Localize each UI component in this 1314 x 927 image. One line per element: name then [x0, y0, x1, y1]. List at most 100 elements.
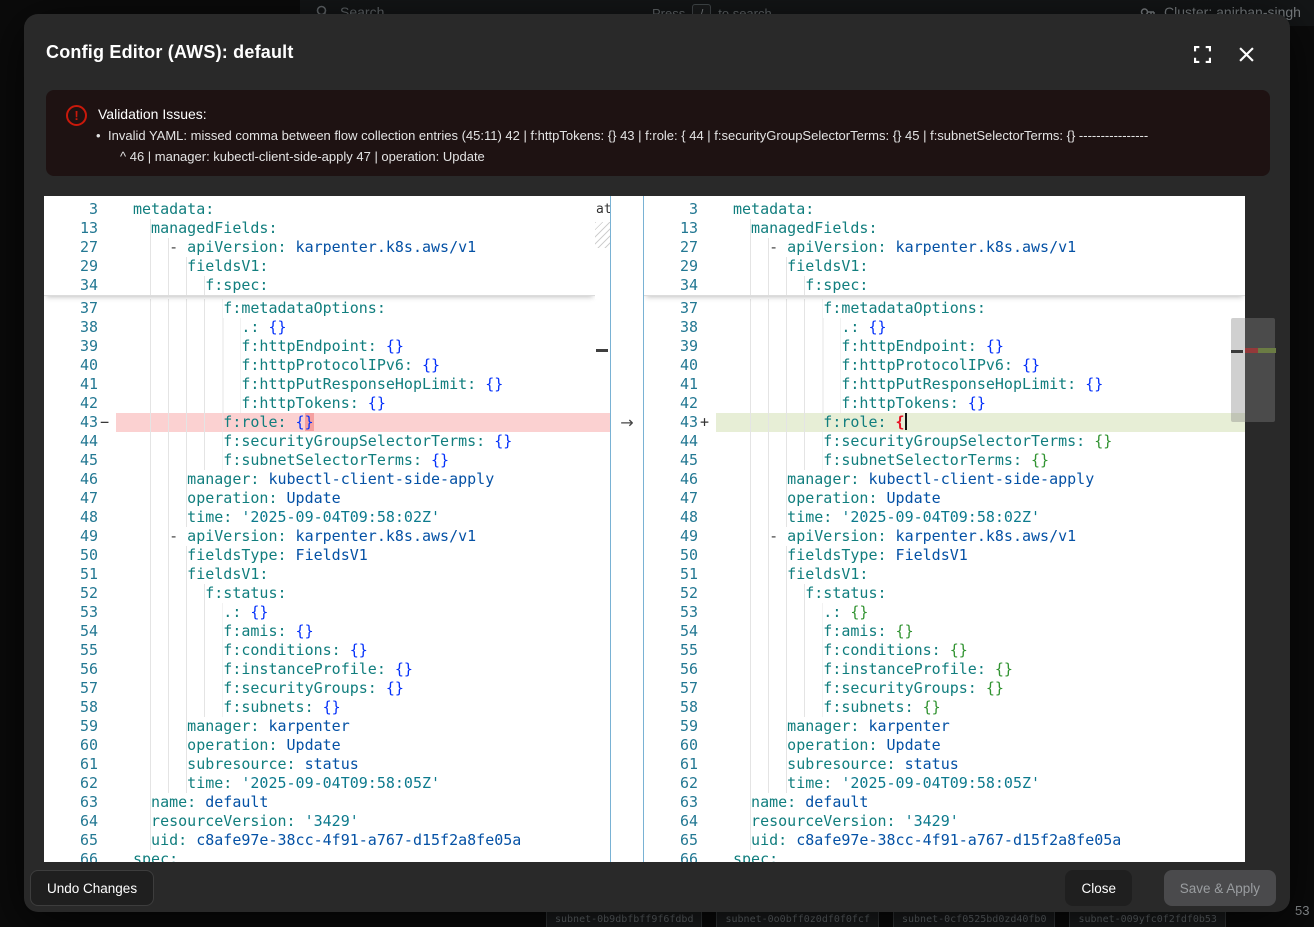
- code-line-left-47[interactable]: 47operation: Update: [44, 489, 610, 508]
- code-line-left-46[interactable]: 46manager: kubectl-client-side-apply: [44, 470, 610, 489]
- original-editor-pane[interactable]: 37f:metadataOptions:38.: {}39f:httpEndpo…: [44, 196, 610, 862]
- alert-message-line1: Invalid YAML: missed comma between flow …: [108, 128, 1258, 143]
- modal-title: Config Editor (AWS): default: [46, 42, 294, 63]
- code-line-right-3[interactable]: 3metadata:: [644, 200, 1245, 219]
- code-line-left-29[interactable]: 29fieldsV1:: [44, 257, 595, 276]
- save-apply-button[interactable]: Save & Apply: [1164, 870, 1276, 906]
- config-editor-modal: Config Editor (AWS): default ! Validatio…: [24, 14, 1290, 912]
- code-line-right-39[interactable]: 39f:httpEndpoint: {}: [644, 337, 1245, 356]
- code-line-right-53[interactable]: 53.: {}: [644, 603, 1245, 622]
- code-line-right-43[interactable]: 43+f:role: {: [644, 413, 1245, 432]
- code-line-left-65[interactable]: 65uid: c8afe97e-38cc-4f91-a767-d15f2a8fe…: [44, 831, 610, 850]
- code-line-left-64[interactable]: 64resourceVersion: '3429': [44, 812, 610, 831]
- code-line-right-41[interactable]: 41f:httpPutResponseHopLimit: {}: [644, 375, 1245, 394]
- revert-change-arrow-icon[interactable]: →: [611, 413, 643, 432]
- alert-message-line2: ^ 46 | manager: kubectl-client-side-appl…: [120, 149, 485, 164]
- bullet-glyph: •: [96, 128, 101, 143]
- code-line-left-56[interactable]: 56f:instanceProfile: {}: [44, 660, 610, 679]
- diff-hatch-pattern: [595, 222, 610, 248]
- code-line-right-54[interactable]: 54f:amis: {}: [644, 622, 1245, 641]
- overview-ruler-mark-left: [596, 349, 608, 352]
- code-line-left-42[interactable]: 42f:httpTokens: {}: [44, 394, 610, 413]
- code-line-left-60[interactable]: 60operation: Update: [44, 736, 610, 755]
- close-button[interactable]: [1236, 44, 1256, 64]
- code-line-left-57[interactable]: 57f:securityGroups: {}: [44, 679, 610, 698]
- code-line-right-57[interactable]: 57f:securityGroups: {}: [644, 679, 1245, 698]
- code-line-right-40[interactable]: 40f:httpProtocolIPv6: {}: [644, 356, 1245, 375]
- expand-icon: [1194, 46, 1211, 63]
- code-line-left-63[interactable]: 63name: default: [44, 793, 610, 812]
- code-line-right-62[interactable]: 62time: '2025-09-04T09:58:05Z': [644, 774, 1245, 793]
- undo-changes-button[interactable]: Undo Changes: [30, 870, 154, 906]
- diff-gutter: →: [610, 196, 644, 862]
- alert-title: Validation Issues:: [98, 106, 207, 122]
- code-line-right-38[interactable]: 38.: {}: [644, 318, 1245, 337]
- code-line-right-55[interactable]: 55f:conditions: {}: [644, 641, 1245, 660]
- code-line-right-48[interactable]: 48time: '2025-09-04T09:58:02Z': [644, 508, 1245, 527]
- code-line-right-49[interactable]: 49- apiVersion: karpenter.k8s.aws/v1: [644, 527, 1245, 546]
- code-line-left-66[interactable]: 66spec:: [44, 850, 610, 862]
- code-line-left-39[interactable]: 39f:httpEndpoint: {}: [44, 337, 610, 356]
- code-line-right-56[interactable]: 56f:instanceProfile: {}: [644, 660, 1245, 679]
- code-line-left-54[interactable]: 54f:amis: {}: [44, 622, 610, 641]
- code-line-left-48[interactable]: 48time: '2025-09-04T09:58:02Z': [44, 508, 610, 527]
- expand-button[interactable]: [1192, 44, 1212, 64]
- code-line-right-60[interactable]: 60operation: Update: [644, 736, 1245, 755]
- code-line-left-34[interactable]: 34f:spec:: [44, 276, 595, 295]
- code-line-left-3[interactable]: 3metadata:: [44, 200, 595, 219]
- code-line-right-29[interactable]: 29fieldsV1:: [644, 257, 1245, 276]
- clipped-content-strip: at: [595, 196, 610, 299]
- code-line-left-52[interactable]: 52f:status:: [44, 584, 610, 603]
- code-line-left-45[interactable]: 45f:subnetSelectorTerms: {}: [44, 451, 610, 470]
- code-line-left-13[interactable]: 13managedFields:: [44, 219, 595, 238]
- code-line-right-50[interactable]: 50fieldsType: FieldsV1: [644, 546, 1245, 565]
- screen: Search Press / to search Cluster: anirba…: [0, 0, 1314, 927]
- code-line-right-61[interactable]: 61subresource: status: [644, 755, 1245, 774]
- code-line-right-47[interactable]: 47operation: Update: [644, 489, 1245, 508]
- code-line-left-62[interactable]: 62time: '2025-09-04T09:58:05Z': [44, 774, 610, 793]
- scrollbar-slider[interactable]: [1231, 318, 1275, 422]
- code-line-right-64[interactable]: 64resourceVersion: '3429': [644, 812, 1245, 831]
- code-line-right-27[interactable]: 27- apiVersion: karpenter.k8s.aws/v1: [644, 238, 1245, 257]
- sticky-scroll-original: 3metadata:13managedFields:27- apiVersion…: [44, 196, 595, 296]
- clipped-table-text: 53: [1295, 903, 1309, 918]
- code-line-left-40[interactable]: 40f:httpProtocolIPv6: {}: [44, 356, 610, 375]
- code-line-right-59[interactable]: 59manager: karpenter: [644, 717, 1245, 736]
- modified-editor-pane[interactable]: 37f:metadataOptions:38.: {}39f:httpEndpo…: [644, 196, 1245, 862]
- overview-ruler-mark-deleted: [1245, 348, 1258, 353]
- code-line-right-44[interactable]: 44f:securityGroupSelectorTerms: {}: [644, 432, 1245, 451]
- code-line-right-45[interactable]: 45f:subnetSelectorTerms: {}: [644, 451, 1245, 470]
- code-line-left-49[interactable]: 49- apiVersion: karpenter.k8s.aws/v1: [44, 527, 610, 546]
- code-line-right-66[interactable]: 66spec:: [644, 850, 1245, 862]
- clipped-text: at: [596, 202, 610, 217]
- yaml-diff-editor: 37f:metadataOptions:38.: {}39f:httpEndpo…: [44, 196, 1245, 862]
- code-line-left-38[interactable]: 38.: {}: [44, 318, 610, 337]
- code-line-left-55[interactable]: 55f:conditions: {}: [44, 641, 610, 660]
- code-line-left-27[interactable]: 27- apiVersion: karpenter.k8s.aws/v1: [44, 238, 595, 257]
- code-line-left-41[interactable]: 41f:httpPutResponseHopLimit: {}: [44, 375, 610, 394]
- code-line-left-58[interactable]: 58f:subnets: {}: [44, 698, 610, 717]
- code-line-right-63[interactable]: 63name: default: [644, 793, 1245, 812]
- code-line-left-53[interactable]: 53.: {}: [44, 603, 610, 622]
- code-line-right-46[interactable]: 46manager: kubectl-client-side-apply: [644, 470, 1245, 489]
- code-line-right-65[interactable]: 65uid: c8afe97e-38cc-4f91-a767-d15f2a8fe…: [644, 831, 1245, 850]
- sticky-scroll-modified: 3metadata:13managedFields:27- apiVersion…: [644, 196, 1245, 296]
- code-line-left-59[interactable]: 59manager: karpenter: [44, 717, 610, 736]
- code-line-right-52[interactable]: 52f:status:: [644, 584, 1245, 603]
- close-icon: [1239, 47, 1254, 62]
- code-line-right-51[interactable]: 51fieldsV1:: [644, 565, 1245, 584]
- code-line-left-51[interactable]: 51fieldsV1:: [44, 565, 610, 584]
- code-line-left-44[interactable]: 44f:securityGroupSelectorTerms: {}: [44, 432, 610, 451]
- code-line-right-34[interactable]: 34f:spec:: [644, 276, 1245, 295]
- code-line-left-43[interactable]: 43−f:role: {}: [44, 413, 610, 432]
- close-footer-button[interactable]: Close: [1065, 870, 1132, 906]
- danger-circle-icon: !: [66, 105, 87, 126]
- code-line-left-61[interactable]: 61subresource: status: [44, 755, 610, 774]
- code-line-right-13[interactable]: 13managedFields:: [644, 219, 1245, 238]
- overview-ruler-mark-dark: [1231, 350, 1243, 353]
- code-line-right-42[interactable]: 42f:httpTokens: {}: [644, 394, 1245, 413]
- code-line-right-58[interactable]: 58f:subnets: {}: [644, 698, 1245, 717]
- code-line-right-37[interactable]: 37f:metadataOptions:: [644, 299, 1245, 318]
- code-line-left-37[interactable]: 37f:metadataOptions:: [44, 299, 610, 318]
- code-line-left-50[interactable]: 50fieldsType: FieldsV1: [44, 546, 610, 565]
